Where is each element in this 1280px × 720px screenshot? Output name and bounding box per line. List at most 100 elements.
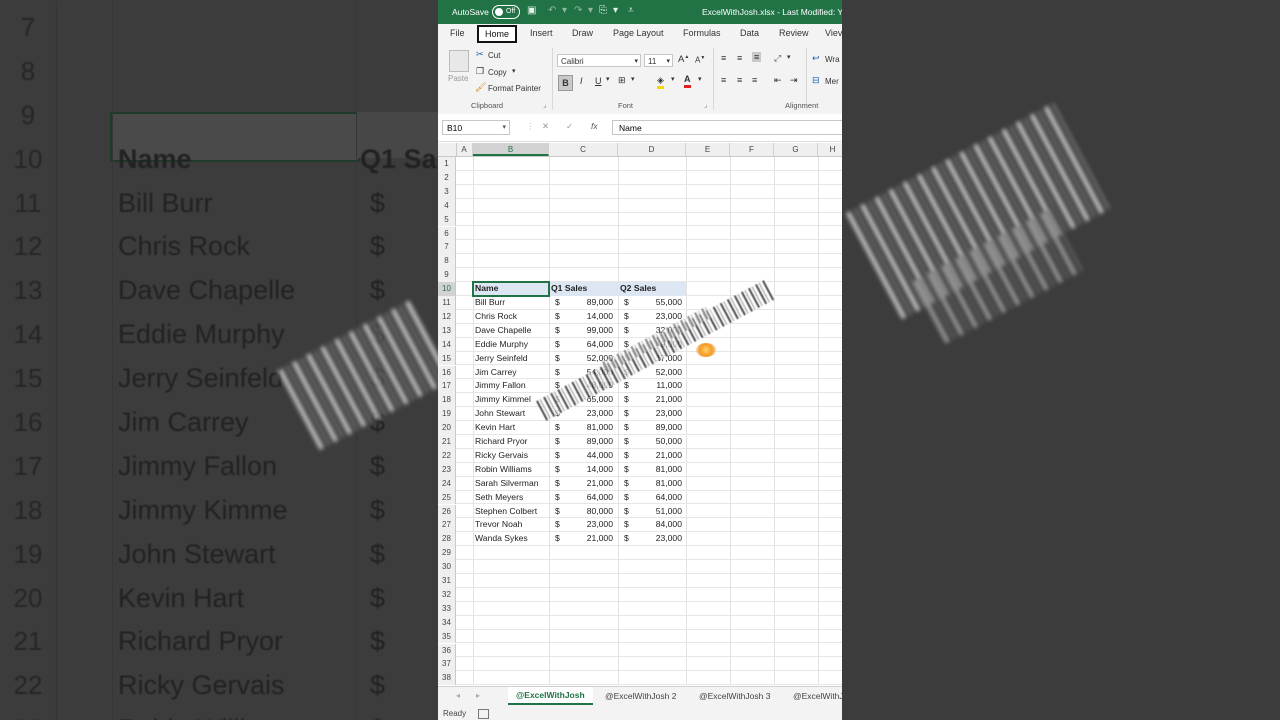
touch-mode-icon[interactable]: ⎘ (599, 5, 607, 16)
copy-label[interactable]: Copy (488, 68, 507, 77)
cell-q1-sales[interactable]: 23,000 (549, 518, 613, 532)
tab-view[interactable]: Viev (825, 28, 842, 38)
header-q2-sales[interactable]: Q2 Sales (620, 282, 656, 296)
row-header[interactable]: 13 (438, 323, 456, 338)
cell-q2-sales[interactable]: 23,000 (618, 532, 682, 546)
cell-q1-sales[interactable]: 14,000 (549, 463, 613, 477)
sheet-tab-4[interactable]: @ExcelWithJ (793, 691, 842, 701)
tab-home[interactable]: Home (477, 25, 518, 43)
name-box-dropdown-icon[interactable]: ▾ (502, 121, 506, 135)
row-header[interactable]: 12 (438, 309, 456, 324)
font-name-box[interactable]: Calibri ▾ (557, 54, 641, 67)
row-header[interactable]: 23 (438, 462, 456, 477)
row-header[interactable]: 11 (438, 296, 456, 310)
row-header[interactable]: 15 (438, 351, 456, 366)
customize-qat-icon[interactable]: ⩡ (628, 5, 634, 16)
select-all-corner[interactable] (438, 143, 457, 156)
merge-icon[interactable]: ⊟ (812, 75, 820, 86)
column-header-f[interactable]: F (730, 143, 774, 156)
copy-dropdown-icon[interactable]: ▾ (512, 67, 516, 75)
cancel-icon[interactable]: ✕ (542, 121, 549, 132)
redo-dropdown-icon[interactable]: ▾ (588, 5, 593, 16)
font-launcher-icon[interactable]: ⌟ (704, 101, 707, 109)
undo-icon[interactable]: ↶ (548, 5, 556, 16)
paste-label[interactable]: Paste (448, 74, 468, 83)
cell-name[interactable]: Stephen Colbert (475, 505, 537, 519)
cell-name[interactable]: Jim Carrey (475, 366, 517, 380)
align-left-icon[interactable]: ≡ (721, 75, 726, 85)
cell-name[interactable]: Eddie Murphy (475, 338, 528, 352)
tab-file[interactable]: File (450, 28, 465, 38)
align-center-icon[interactable]: ≡ (737, 75, 742, 85)
header-q1-sales[interactable]: Q1 Sales (551, 282, 587, 296)
row-header[interactable]: 20 (438, 421, 456, 435)
align-top-icon[interactable]: ≡ (721, 53, 726, 63)
font-size-dropdown-icon[interactable]: ▾ (666, 55, 670, 68)
cell-name[interactable]: Ricky Gervais (475, 449, 528, 463)
cell-q1-sales[interactable]: 14,000 (549, 310, 613, 324)
row-header[interactable]: 28 (438, 532, 456, 547)
row-header[interactable]: 16 (438, 365, 456, 380)
decrease-indent-icon[interactable]: ⇤ (774, 75, 782, 86)
cell-name[interactable]: Richard Pryor (475, 435, 528, 449)
cell-name[interactable]: Seth Meyers (475, 491, 523, 505)
cell-q2-sales[interactable]: 51,000 (618, 505, 682, 519)
cell-name[interactable]: Kevin Hart (475, 421, 515, 435)
align-bottom-icon[interactable]: ≡ (752, 52, 762, 62)
cell-q2-sales[interactable]: 81,000 (618, 463, 682, 477)
row-header[interactable]: 29 (438, 546, 456, 561)
row-header[interactable]: 24 (438, 476, 456, 491)
cell-q2-sales[interactable]: 55,000 (618, 296, 682, 310)
row-header[interactable]: 8 (438, 254, 456, 269)
row-header[interactable]: 31 (438, 574, 456, 588)
cell-q2-sales[interactable]: 84,000 (618, 518, 682, 532)
cell-q2-sales[interactable]: 89,000 (618, 421, 682, 435)
row-header[interactable]: 26 (438, 504, 456, 519)
save-icon[interactable]: ▣ (527, 5, 536, 16)
enter-icon[interactable]: ✓ (566, 121, 573, 132)
cut-icon[interactable]: ✂ (476, 49, 484, 60)
cell-q1-sales[interactable]: 89,000 (549, 435, 613, 449)
column-header-b[interactable]: B (473, 143, 549, 156)
cell-q2-sales[interactable]: 21,000 (618, 449, 682, 463)
previous-sheet-icon[interactable]: ◂ (456, 691, 460, 700)
cell-q1-sales[interactable]: 81,000 (549, 421, 613, 435)
touch-dropdown-icon[interactable]: ▾ (613, 5, 618, 16)
cell-q1-sales[interactable]: 44,000 (549, 449, 613, 463)
cell-q2-sales[interactable]: 23,000 (618, 310, 682, 324)
cell-name[interactable]: Jerry Seinfeld (475, 352, 528, 366)
cell-name[interactable]: Trevor Noah (475, 518, 522, 532)
font-color-icon[interactable]: A (684, 74, 691, 88)
row-header[interactable]: 37 (438, 657, 456, 672)
shrink-font-icon[interactable]: A▼ (695, 55, 705, 65)
cell-name[interactable]: Jimmy Kimmel (475, 393, 531, 407)
cell-q2-sales[interactable]: 21,000 (618, 393, 682, 407)
cell-q1-sales[interactable]: 21,000 (549, 532, 613, 546)
bold-button[interactable]: B (558, 75, 573, 91)
fill-color-dropdown-icon[interactable]: ▾ (671, 75, 675, 83)
undo-dropdown-icon[interactable]: ▾ (562, 5, 567, 16)
insert-function-icon[interactable]: fx (591, 121, 598, 131)
row-header[interactable]: 14 (438, 337, 456, 352)
merge-label[interactable]: Mer (825, 77, 839, 86)
row-header[interactable]: 35 (438, 629, 456, 644)
cell-name[interactable]: Wanda Sykes (475, 532, 528, 546)
row-header[interactable]: 3 (438, 184, 456, 199)
macro-record-icon[interactable] (478, 709, 489, 719)
font-color-dropdown-icon[interactable]: ▾ (698, 75, 702, 83)
column-header-e[interactable]: E (686, 143, 730, 156)
cell-q1-sales[interactable]: 99,000 (549, 324, 613, 338)
cell-name[interactable]: Bill Burr (475, 296, 505, 310)
format-painter-icon[interactable]: 🖌 (475, 82, 486, 93)
cut-label[interactable]: Cut (488, 51, 500, 60)
row-header[interactable]: 21 (438, 435, 456, 449)
sheet-tab-1[interactable]: @ExcelWithJosh (508, 687, 593, 705)
cell-name[interactable]: Dave Chapelle (475, 324, 531, 338)
tab-formulas[interactable]: Formulas (683, 28, 721, 38)
orientation-dropdown-icon[interactable]: ▾ (787, 53, 791, 61)
row-header[interactable]: 27 (438, 518, 456, 533)
grow-font-icon[interactable]: A▲ (678, 54, 689, 65)
row-header[interactable]: 10 (438, 282, 456, 296)
column-header-g[interactable]: G (774, 143, 818, 156)
increase-indent-icon[interactable]: ⇥ (790, 75, 798, 86)
